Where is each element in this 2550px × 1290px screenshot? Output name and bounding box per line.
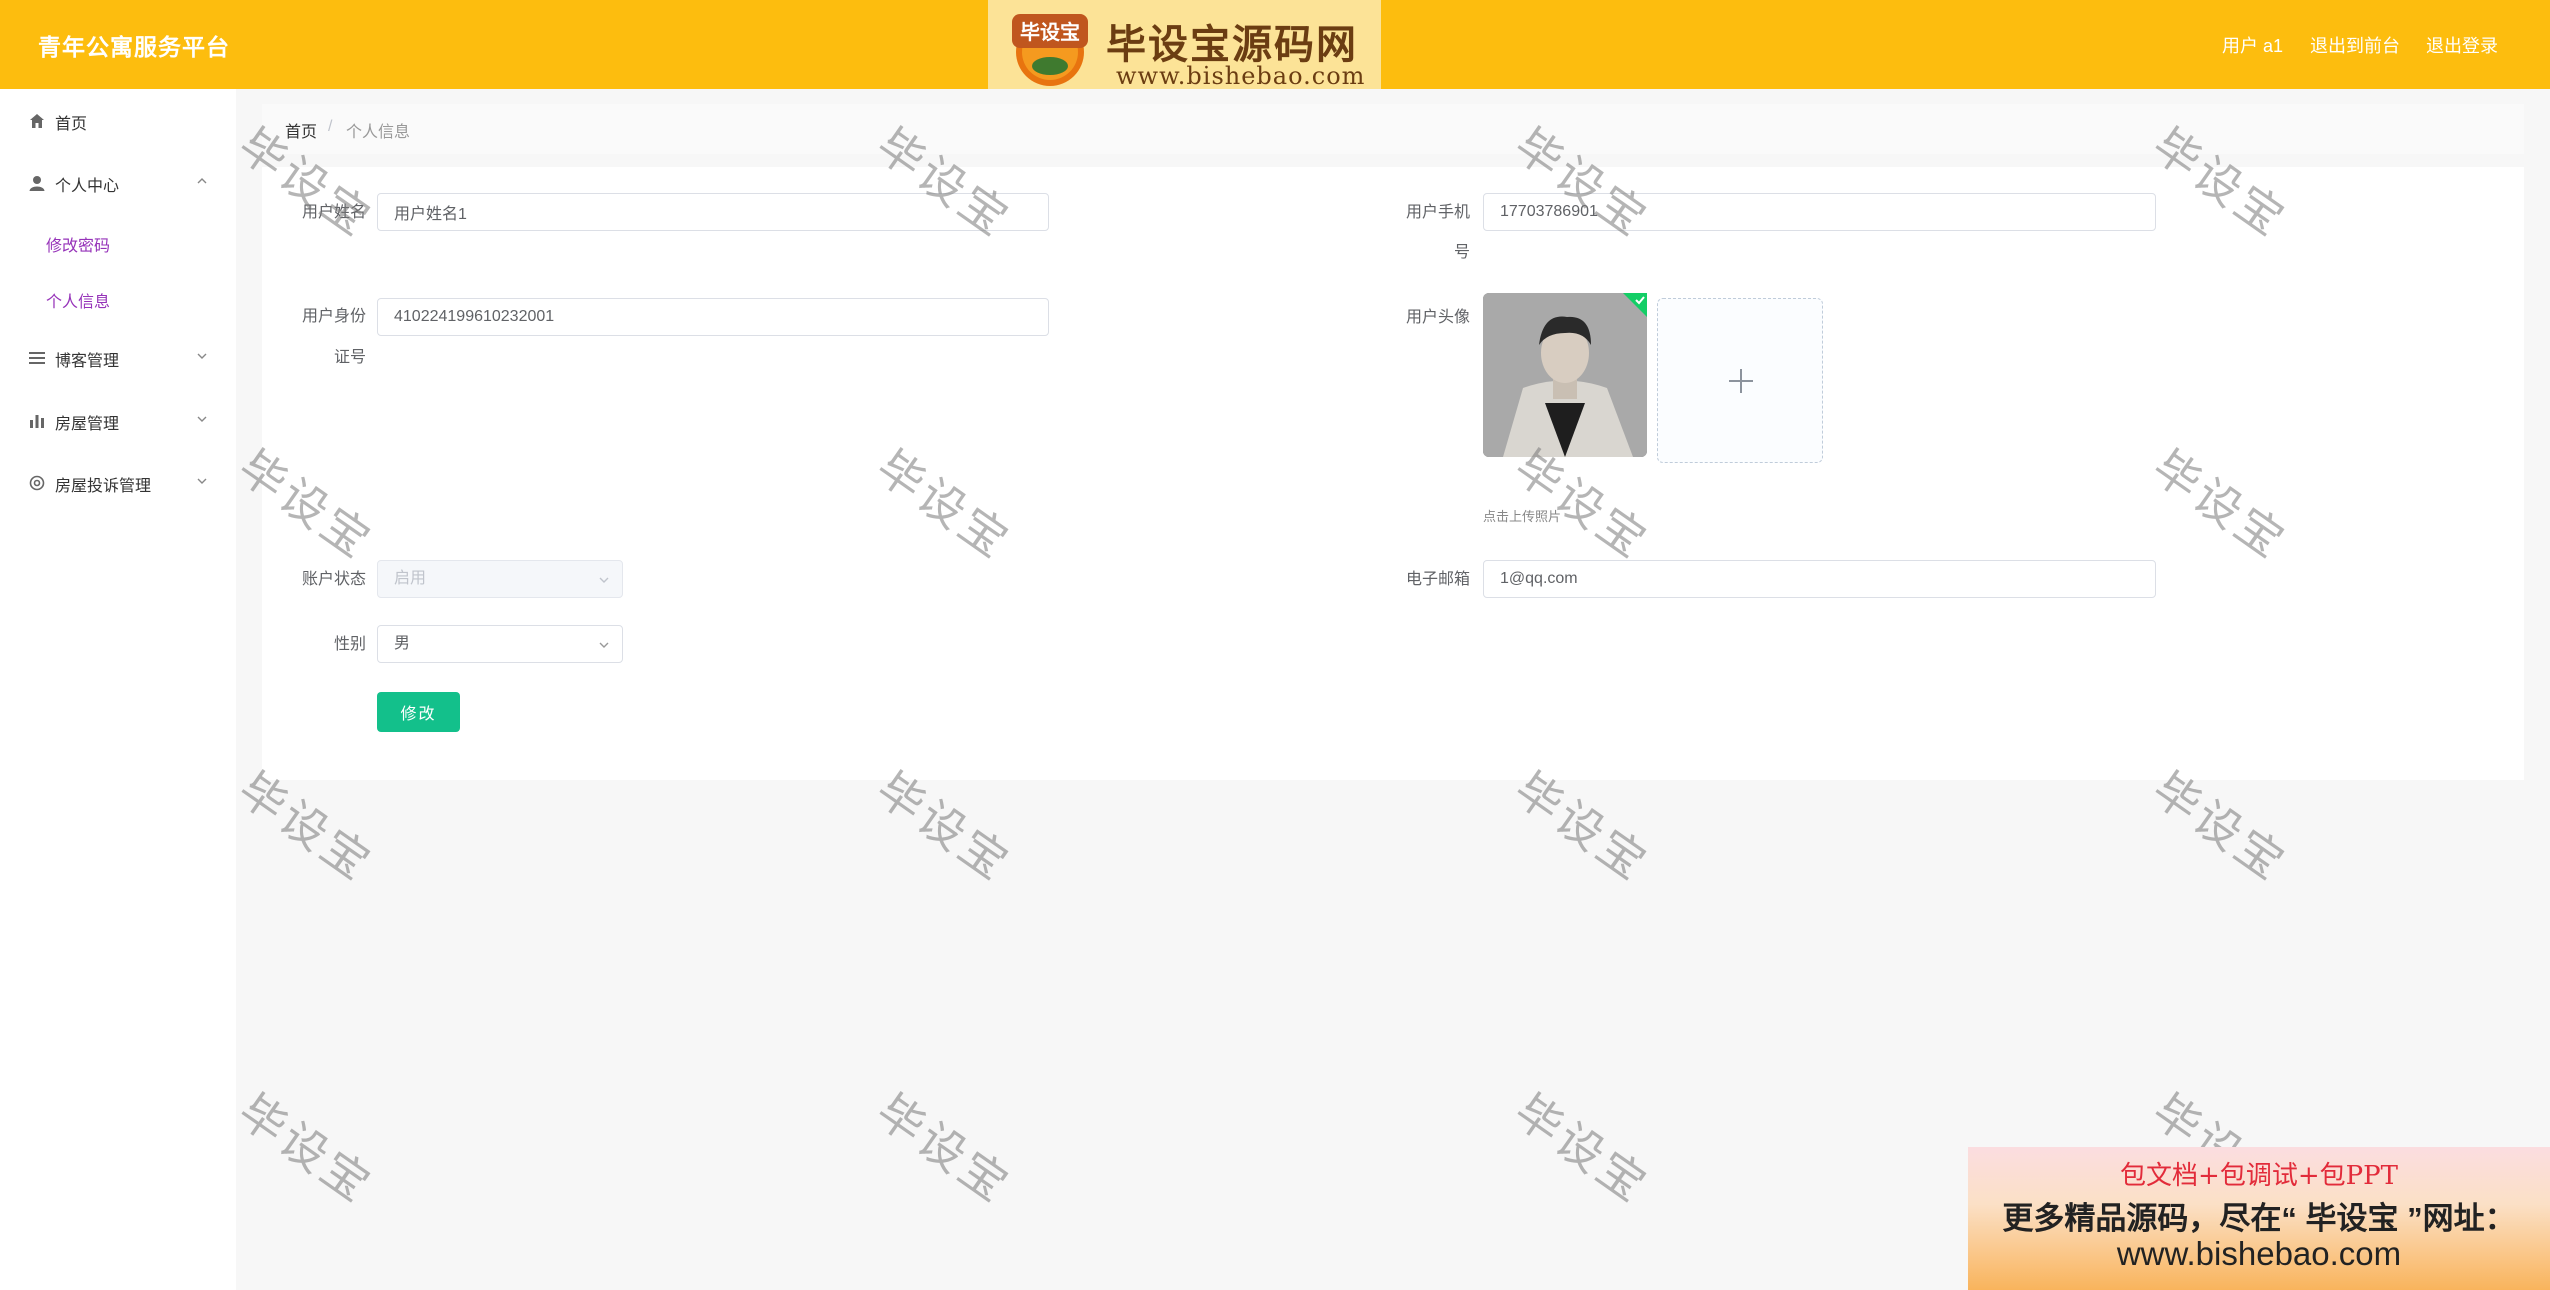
logo-badge-icon: 毕设宝 bbox=[1012, 14, 1088, 86]
sidebar: 首页 个人中心 修改密码 个人信息 博客管理 房屋管理 房屋投诉管理 bbox=[0, 89, 236, 1290]
logo-url: www.bishebao.com bbox=[1116, 62, 1366, 90]
chevron-up-icon bbox=[197, 178, 207, 184]
sidebar-item-house-management[interactable]: 房屋管理 bbox=[0, 400, 236, 440]
promo-banner: 包文档+包调试+包PPT 更多精品源码，尽在“ 毕设宝 ”网址： www.bis… bbox=[1968, 1147, 2550, 1290]
upload-tip: 点击上传照片 bbox=[1483, 509, 1562, 524]
sidebar-item-label: 房屋管理 bbox=[55, 416, 120, 433]
account-status-value: 启用 bbox=[394, 570, 427, 587]
upload-success-icon bbox=[1623, 293, 1647, 317]
gender-label: 性别 bbox=[333, 636, 366, 653]
submit-button[interactable]: 修改 bbox=[377, 692, 460, 732]
promo-line-1: 包文档+包调试+包PPT bbox=[2120, 1161, 2398, 1191]
avatar[interactable] bbox=[1483, 293, 1647, 457]
watermark: 毕设宝 bbox=[1505, 1084, 1659, 1213]
sidebar-item-personal-center[interactable]: 个人中心 bbox=[0, 162, 236, 202]
top-header: 青年公寓服务平台 毕设宝 毕设宝源码网 www.bishebao.com 用户 … bbox=[0, 0, 2550, 90]
sidebar-item-home[interactable]: 首页 bbox=[0, 100, 236, 140]
phone-label-cont: 号 bbox=[1453, 244, 1470, 261]
chevron-down-icon bbox=[197, 478, 207, 484]
gear-icon bbox=[29, 475, 45, 491]
back-to-front-link[interactable]: 退出到前台 bbox=[2310, 32, 2400, 58]
phone-label: 用户手机 bbox=[1405, 204, 1470, 221]
idcard-label: 用户身份 bbox=[301, 308, 366, 325]
idcard-field[interactable] bbox=[377, 298, 1049, 336]
bar-chart-icon bbox=[30, 415, 44, 428]
list-icon bbox=[29, 352, 45, 364]
avatar-upload-button[interactable] bbox=[1657, 298, 1823, 463]
gender-select[interactable]: 男 bbox=[377, 625, 623, 663]
user-icon bbox=[29, 176, 45, 191]
username-field[interactable] bbox=[377, 193, 1049, 231]
sidebar-item-label: 个人中心 bbox=[55, 178, 120, 195]
watermark: 毕设宝 bbox=[229, 1084, 383, 1213]
account-status-label: 账户状态 bbox=[301, 571, 366, 588]
plus-icon bbox=[1729, 369, 1753, 393]
logo-badge-text: 毕设宝 bbox=[1020, 20, 1080, 44]
phone-field[interactable] bbox=[1483, 193, 2156, 231]
avatar-label: 用户头像 bbox=[1405, 309, 1470, 326]
gender-value: 男 bbox=[394, 635, 411, 652]
logout-link[interactable]: 退出登录 bbox=[2426, 32, 2498, 58]
sidebar-subitem-change-password[interactable]: 修改密码 bbox=[46, 232, 110, 256]
account-status-select: 启用 bbox=[377, 560, 623, 598]
breadcrumb-home-link[interactable]: 首页 bbox=[285, 118, 317, 142]
promo-line-3: www.bishebao.com bbox=[2116, 1235, 2402, 1272]
chevron-down-icon bbox=[599, 642, 609, 648]
current-user-link[interactable]: 用户 a1 bbox=[2222, 32, 2283, 58]
sidebar-item-label: 博客管理 bbox=[55, 353, 120, 370]
idcard-label-cont: 证号 bbox=[333, 349, 366, 366]
username-label: 用户姓名 bbox=[301, 204, 366, 221]
email-label: 电子邮箱 bbox=[1405, 571, 1470, 588]
sidebar-item-label: 首页 bbox=[55, 116, 88, 133]
breadcrumb-current: 个人信息 bbox=[346, 124, 411, 141]
home-icon bbox=[30, 114, 44, 128]
breadcrumb bbox=[262, 104, 2524, 154]
chevron-down-icon bbox=[197, 416, 207, 422]
chevron-down-icon bbox=[197, 353, 207, 359]
breadcrumb-separator: / bbox=[328, 118, 333, 135]
promo-line-2: 更多精品源码，尽在“ 毕设宝 ”网址： bbox=[2002, 1201, 2516, 1236]
sidebar-item-blog-management[interactable]: 博客管理 bbox=[0, 337, 236, 377]
sidebar-subitem-personal-info[interactable]: 个人信息 bbox=[46, 288, 110, 312]
site-logo: 毕设宝 毕设宝源码网 www.bishebao.com bbox=[988, 0, 1381, 90]
email-field[interactable] bbox=[1483, 560, 2156, 598]
avatar-photo bbox=[1483, 293, 1647, 457]
watermark: 毕设宝 bbox=[867, 1084, 1021, 1213]
sidebar-item-label: 房屋投诉管理 bbox=[55, 478, 152, 495]
chevron-down-icon bbox=[599, 577, 609, 583]
app-title: 青年公寓服务平台 bbox=[38, 34, 230, 60]
sidebar-item-complaint-management[interactable]: 房屋投诉管理 bbox=[0, 462, 236, 502]
